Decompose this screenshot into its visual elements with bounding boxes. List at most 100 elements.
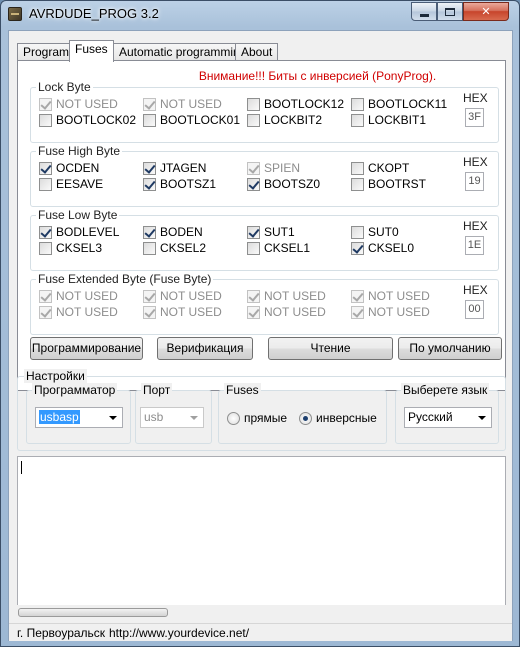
lock-hex-value[interactable]: 3F [465, 108, 484, 127]
fuse-high-byte-group: Fuse High Byte OCDEN JTAGEN SPIEN CKOPT EESAV… [30, 144, 499, 207]
low-bit-checkbox[interactable]: SUT1 [247, 224, 295, 240]
radio-on-icon [299, 411, 312, 425]
lock-bit-checkbox[interactable]: BOOTLOCK12 [247, 96, 344, 112]
high-bit-checkbox[interactable]: OCDEN [39, 160, 99, 176]
high-bit-checkbox[interactable]: EESAVE [39, 176, 103, 192]
horizontal-scrollbar[interactable] [17, 605, 506, 620]
ext-bit-label: NOT USED [264, 289, 326, 303]
ext-bit-checkbox[interactable]: NOT USED [351, 288, 430, 304]
ext-bit-label: NOT USED [160, 305, 222, 319]
low-bit-checkbox[interactable]: SUT0 [351, 224, 399, 240]
high-bit-label: SPIEN [264, 161, 301, 175]
checkbox-checked-icon [247, 161, 260, 175]
high-bit-checkbox[interactable]: BOOTSZ1 [143, 176, 216, 192]
tab-fuses[interactable]: Fuses [69, 40, 114, 62]
radio-off-icon [227, 411, 240, 425]
high-hex-value[interactable]: 19 [465, 172, 484, 191]
high-bit-label: BOOTSZ0 [264, 177, 321, 191]
ext-bit-checkbox[interactable]: NOT USED [143, 288, 222, 304]
fuses-inverse-radio[interactable]: инверсные [299, 411, 377, 425]
port-select[interactable]: usb [140, 407, 204, 428]
high-bit-checkbox[interactable]: BOOTSZ0 [247, 176, 320, 192]
lock-bit-checkbox[interactable]: NOT USED [143, 96, 222, 112]
window-title: AVRDUDE_PROG 3.2 [29, 6, 159, 21]
high-bit-checkbox[interactable]: BOOTRST [351, 176, 426, 192]
minimize-button[interactable] [411, 2, 437, 21]
ext-bit-checkbox[interactable]: NOT USED [143, 304, 222, 320]
tab-about[interactable]: About [235, 43, 279, 61]
program-button[interactable]: Программирование [30, 337, 143, 360]
checkbox-checked-icon [143, 161, 156, 175]
language-label: Выберете язык [401, 383, 490, 397]
low-bit-checkbox[interactable]: CKSEL0 [351, 240, 414, 256]
status-url[interactable]: http://www.yourdevice.net/ [109, 626, 249, 640]
fuse-low-byte-group: Fuse Low Byte BODLEVEL BODEN SUT1 SUT0 CKSEL3… [30, 208, 499, 271]
maximize-button[interactable] [437, 2, 463, 21]
lock-bit-checkbox[interactable]: BOOTLOCK11 [351, 96, 447, 112]
checkbox-checked-icon [39, 97, 52, 111]
ext-bit-checkbox[interactable]: NOT USED [351, 304, 430, 320]
ext-bit-checkbox[interactable]: NOT USED [247, 304, 326, 320]
low-bit-checkbox[interactable]: CKSEL2 [143, 240, 206, 256]
programmer-group: Программатор usbasp [26, 383, 131, 444]
maximize-icon [445, 7, 455, 16]
high-bit-checkbox[interactable]: JTAGEN [143, 160, 206, 176]
high-bit-checkbox[interactable]: CKOPT [351, 160, 409, 176]
low-bit-label: BODLEVEL [56, 225, 120, 239]
tab-automatic-programming[interactable]: Automatic programming [113, 43, 253, 61]
lock-hex-label: HEX [463, 91, 488, 105]
high-bit-label: BOOTSZ1 [160, 177, 217, 191]
checkbox-checked-icon [247, 177, 260, 191]
lock-bit-checkbox[interactable]: BOOTLOCK02 [39, 112, 136, 128]
language-select[interactable]: Русский [404, 407, 492, 428]
checkbox-empty-icon [143, 113, 156, 127]
checkbox-empty-icon [351, 161, 364, 175]
high-bit-checkbox[interactable]: SPIEN [247, 160, 300, 176]
dropdown-arrow-icon [478, 416, 486, 420]
lock-group-title: Lock Byte [36, 80, 93, 94]
text-caret [21, 461, 22, 474]
checkbox-checked-icon [351, 241, 364, 255]
settings-title: Настройки [24, 369, 87, 383]
low-bit-label: CKSEL3 [56, 241, 103, 255]
lock-bit-checkbox[interactable]: BOOTLOCK01 [143, 112, 240, 128]
lock-bit-label: BOOTLOCK12 [264, 97, 345, 111]
title-bar[interactable]: AVRDUDE_PROG 3.2 ✕ [1, 1, 519, 27]
tab-program[interactable]: Program [17, 43, 76, 61]
ext-bit-label: NOT USED [56, 289, 118, 303]
lock-bit-checkbox[interactable]: LOCKBIT2 [247, 112, 322, 128]
low-bit-checkbox[interactable]: BODEN [143, 224, 203, 240]
log-output[interactable] [17, 456, 506, 606]
ext-bit-checkbox[interactable]: NOT USED [39, 304, 118, 320]
lock-bit-label: NOT USED [56, 97, 118, 111]
verify-button[interactable]: Верификация [157, 337, 253, 360]
lock-bit-label: LOCKBIT1 [368, 113, 427, 127]
checkbox-empty-icon [39, 241, 52, 255]
low-hex-value[interactable]: 1E [465, 236, 484, 255]
high-bit-label: CKOPT [368, 161, 410, 175]
read-button[interactable]: Чтение [268, 337, 393, 360]
lock-bit-label: LOCKBIT2 [264, 113, 323, 127]
app-window: AVRDUDE_PROG 3.2 ✕ Program Fuses Automat… [0, 0, 520, 647]
checkbox-empty-icon [351, 177, 364, 191]
ext-hex-value[interactable]: 00 [465, 300, 484, 319]
close-button[interactable]: ✕ [463, 2, 509, 21]
lock-bit-checkbox[interactable]: NOT USED [39, 96, 118, 112]
app-icon [8, 7, 22, 21]
checkbox-checked-icon [143, 305, 156, 319]
low-bit-checkbox[interactable]: CKSEL1 [247, 240, 310, 256]
scrollbar-thumb[interactable] [18, 608, 168, 617]
ext-bit-checkbox[interactable]: NOT USED [247, 288, 326, 304]
low-bit-checkbox[interactable]: CKSEL3 [39, 240, 102, 256]
lock-bit-checkbox[interactable]: LOCKBIT1 [351, 112, 426, 128]
low-bit-checkbox[interactable]: BODLEVEL [39, 224, 119, 240]
default-button[interactable]: По умолчанию [398, 337, 502, 360]
ext-hex-label: HEX [463, 283, 488, 297]
fuses-direct-radio[interactable]: прямые [227, 411, 287, 425]
low-group-title: Fuse Low Byte [36, 208, 120, 222]
ext-bit-checkbox[interactable]: NOT USED [39, 288, 118, 304]
checkbox-checked-icon [143, 97, 156, 111]
dropdown-arrow-icon [190, 416, 198, 420]
programmer-select[interactable]: usbasp [35, 407, 123, 428]
language-group: Выберете язык Русский [395, 383, 499, 444]
